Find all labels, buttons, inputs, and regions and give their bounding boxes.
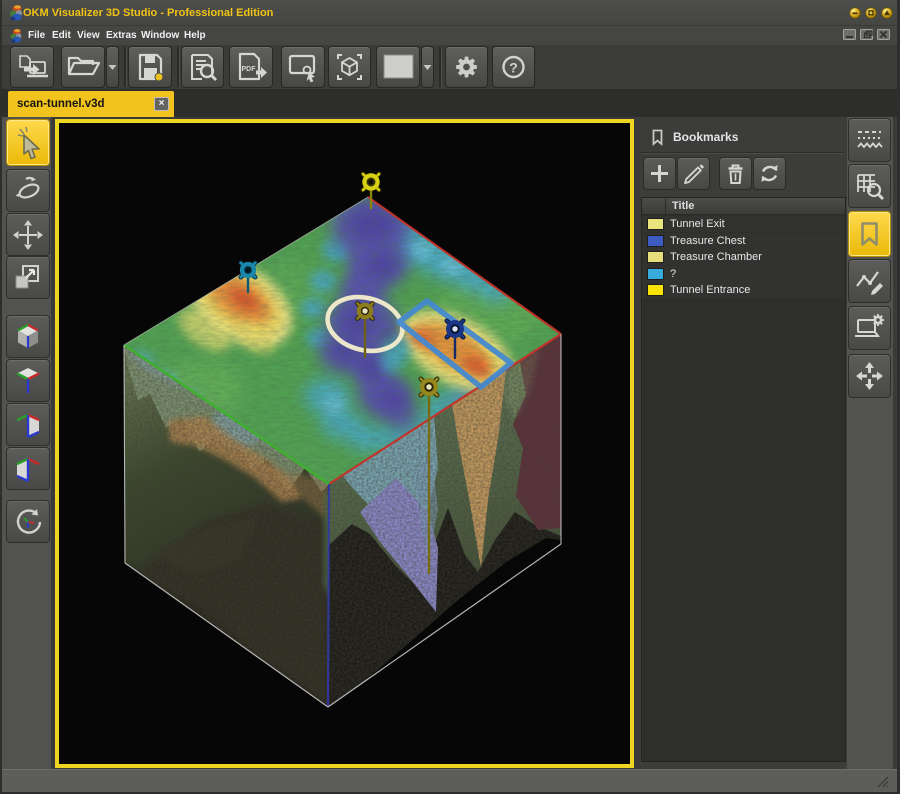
svg-text:PDF: PDF xyxy=(242,66,257,73)
svg-text:?: ? xyxy=(509,60,518,76)
